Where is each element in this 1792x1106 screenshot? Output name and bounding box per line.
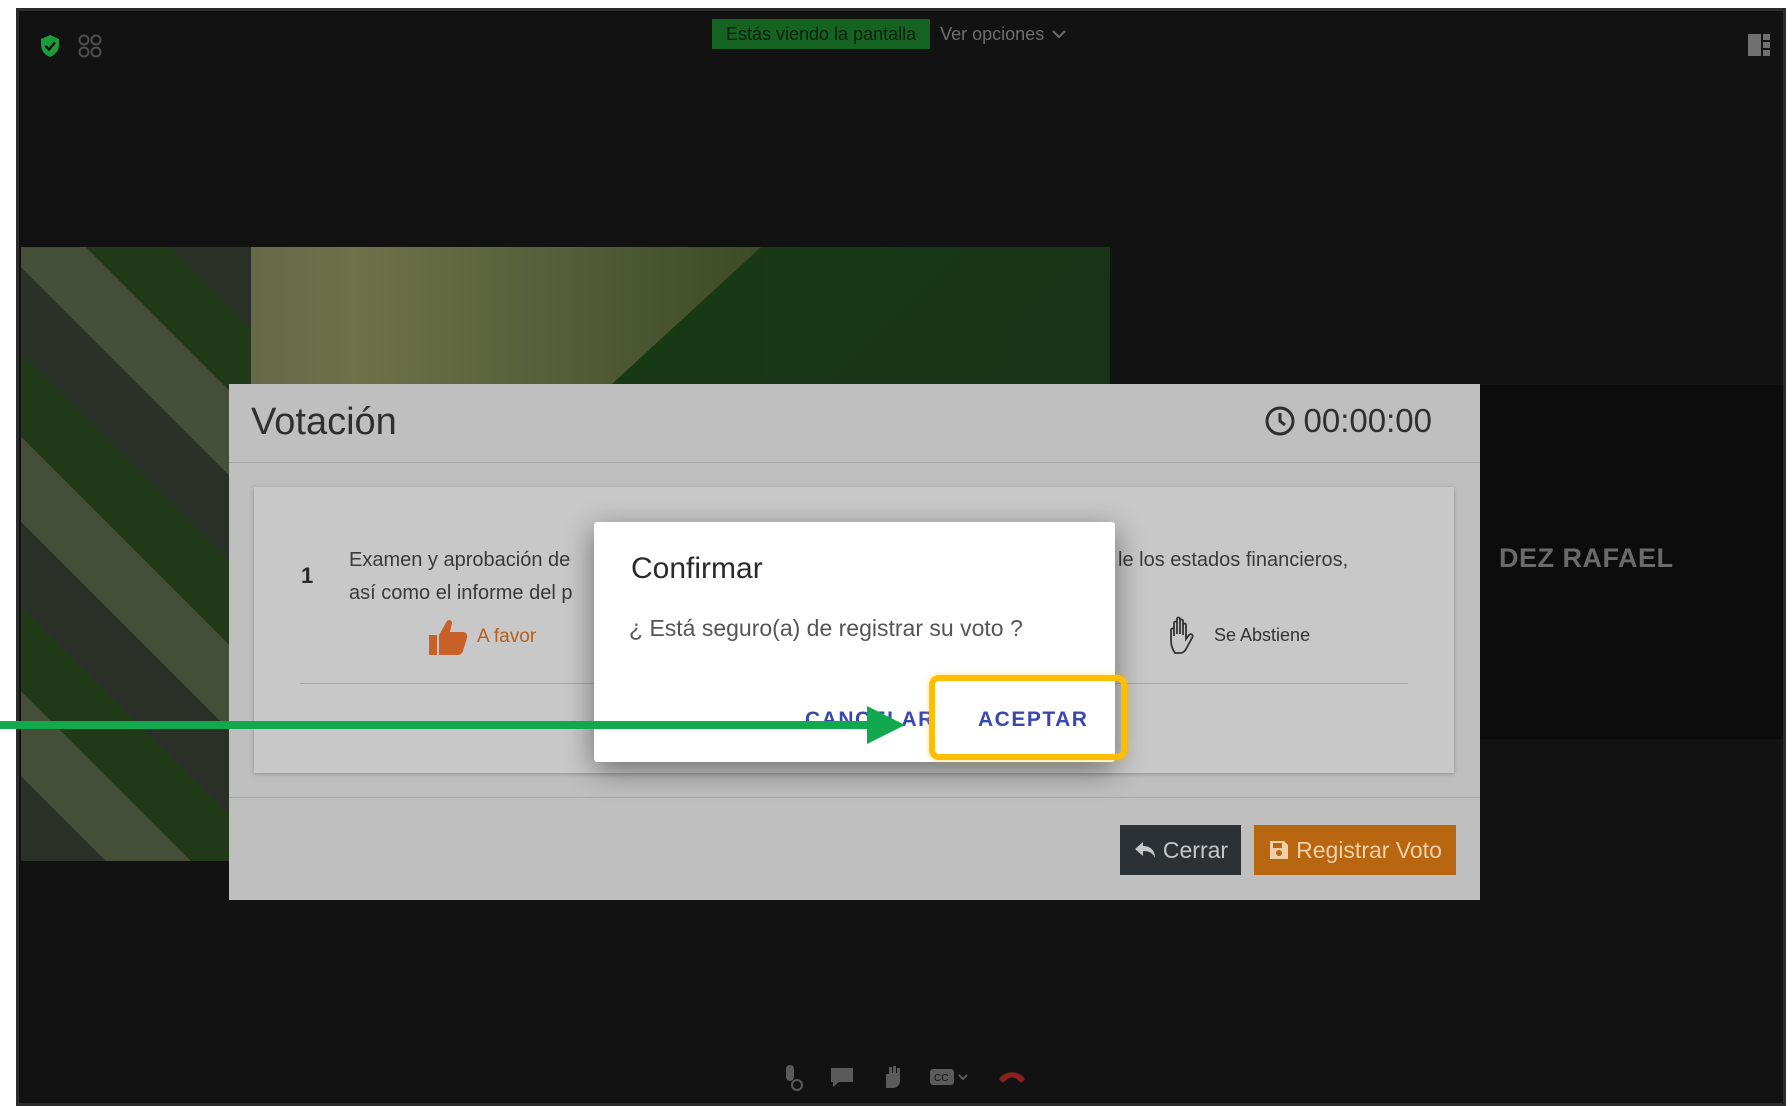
pointer-arrow-line: [0, 721, 870, 729]
question-text-line1: Examen y aprobación de: [349, 549, 571, 571]
vote-header: Votación 00:00:00: [229, 384, 1480, 463]
close-button[interactable]: Cerrar: [1120, 825, 1241, 875]
timer-value: 00:00:00: [1303, 402, 1432, 439]
screen-share-bar: Estás viendo la pantalla Ver opciones: [712, 19, 1066, 49]
layout-icon[interactable]: [1747, 33, 1771, 57]
participant-name: DEZ RAFAEL: [1499, 543, 1674, 573]
mic-icon[interactable]: [781, 1063, 803, 1096]
option-abstain-label: Se Abstiene: [1214, 624, 1311, 645]
raise-hand-icon[interactable]: [881, 1064, 903, 1095]
clock-icon: [1265, 406, 1295, 436]
confirm-title: Confirmar: [631, 552, 763, 585]
cc-icon[interactable]: CC: [929, 1066, 971, 1093]
participant-tile: DEZ RAFAEL: [1477, 385, 1783, 739]
option-abstain[interactable]: Se Abstiene: [1168, 615, 1310, 655]
save-icon: [1270, 841, 1289, 859]
shield-check-icon[interactable]: [39, 34, 61, 58]
reply-icon: [1134, 842, 1155, 858]
question-number: 1: [301, 563, 314, 588]
call-toolbar: CC: [781, 1063, 1027, 1096]
question-text-right: le los estados financieros,: [1118, 549, 1349, 571]
option-favor[interactable]: A favor: [427, 617, 536, 657]
close-label: Cerrar: [1162, 836, 1229, 863]
chat-icon[interactable]: [829, 1065, 855, 1094]
chevron-down-icon: [1052, 30, 1066, 39]
confirm-message: ¿ Está seguro(a) de registrar su voto ?: [629, 615, 1023, 641]
svg-text:CC: CC: [934, 1073, 948, 1084]
top-left-controls: [39, 33, 103, 59]
footer-divider: [229, 797, 1480, 798]
pointer-arrow-head: [867, 706, 905, 744]
view-options-button[interactable]: Ver opciones: [930, 24, 1066, 45]
grid-icon[interactable]: [77, 33, 103, 59]
hand-icon: [1170, 616, 1194, 654]
presentation-collage: [21, 247, 251, 861]
question-text-line2: así como el informe del p: [349, 582, 573, 604]
thumbs-up-icon: [429, 619, 468, 655]
accept-highlight-box: [929, 675, 1127, 760]
register-vote-button[interactable]: Registrar Voto: [1254, 825, 1456, 875]
vote-title: Votación: [251, 401, 397, 443]
option-favor-label: A favor: [477, 626, 537, 647]
view-options-label: Ver opciones: [940, 23, 1045, 44]
vote-timer: 00:00:00: [1264, 402, 1432, 440]
hangup-icon[interactable]: [997, 1067, 1027, 1092]
share-banner: Estás viendo la pantalla: [712, 19, 931, 49]
register-vote-label: Registrar Voto: [1296, 836, 1442, 863]
